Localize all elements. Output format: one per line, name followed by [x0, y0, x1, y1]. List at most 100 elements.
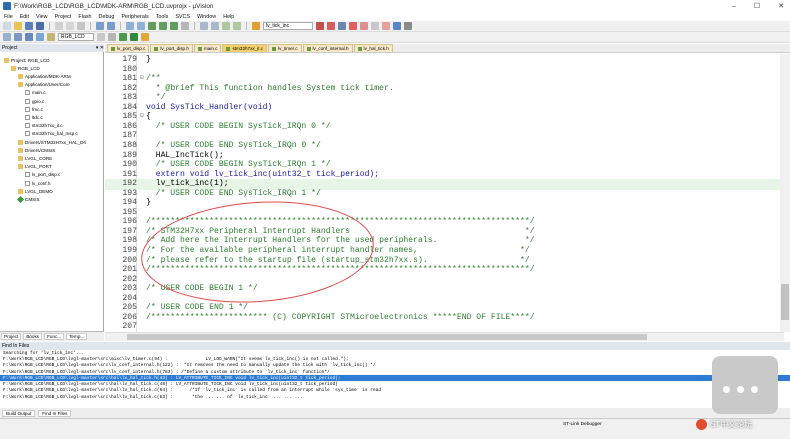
menu-item-debug[interactable]: Debug	[99, 14, 115, 20]
tree-item[interactable]: Drivers/STM32H7xx_HAL_Dri	[18, 138, 86, 146]
editor-tab[interactable]: lv_port_disp.c	[107, 44, 150, 52]
menu-item-window[interactable]: Window	[197, 14, 216, 20]
tree-item[interactable]: Application/MDK-ARM	[18, 72, 71, 80]
editor-horizontal-scrollbar[interactable]	[105, 332, 784, 341]
next-bookmark-icon[interactable]	[170, 22, 178, 30]
output-tab[interactable]: Build Output	[2, 409, 36, 417]
panel-close-icon[interactable]: ▾ ✕	[96, 45, 104, 51]
bookmark-icon[interactable]	[148, 22, 156, 30]
rebuild-icon[interactable]	[25, 33, 33, 41]
redo-icon[interactable]	[107, 22, 115, 30]
panel-tab[interactable]: Books	[23, 333, 43, 340]
tree-item[interactable]: Drivers/CMSIS	[18, 146, 55, 154]
tree-item[interactable]: lv_port_disp.c	[25, 171, 60, 179]
menu-item-svcs[interactable]: SVCS	[175, 14, 190, 20]
component-icon	[16, 195, 25, 203]
menu-item-flash[interactable]: Flash	[78, 14, 91, 20]
editor-tab[interactable]: main.c	[193, 44, 222, 52]
translate-icon[interactable]	[3, 33, 11, 41]
editor-vertical-scroll-thumb[interactable]	[781, 284, 789, 320]
build-icon[interactable]	[14, 33, 22, 41]
tree-item[interactable]: stm32h7xx_it.c	[25, 122, 63, 130]
code-text: }	[146, 198, 151, 208]
debug-session-icon[interactable]	[338, 22, 346, 30]
tree-item[interactable]: LVGL_DEMO	[18, 187, 53, 195]
tree-item[interactable]: ltdc.c	[25, 113, 43, 121]
find-combo[interactable]: lv_tick_inc	[263, 22, 313, 30]
tree-item[interactable]: Application/User/Core	[18, 81, 70, 89]
tree-item[interactable]: gpio.c	[25, 97, 44, 105]
tree-item[interactable]: stm32h7xx_hal_msp.c	[25, 130, 78, 138]
editor-tab[interactable]: lv_timer.c	[268, 44, 302, 52]
window-layout-icon[interactable]	[393, 22, 401, 30]
tree-item[interactable]: Project: RGB_LCD	[4, 56, 50, 64]
code-text: /* USER CODE BEGIN SysTick_IRQn 1 */	[146, 160, 331, 170]
stop-build-icon[interactable]	[47, 33, 55, 41]
editor-tab[interactable]: lv_port_disp.h	[150, 44, 193, 52]
tree-item[interactable]: lv_conf.h	[25, 179, 50, 187]
output-tab[interactable]: Find In Files	[38, 409, 72, 417]
find-results-list[interactable]: Searching for 'lv_tick_inc'... F:\Work\RG…	[0, 350, 790, 408]
editor-tab[interactable]: stm32h7xx_it.c	[222, 44, 268, 52]
manage-run-time-icon[interactable]	[119, 33, 127, 41]
kill-breakpoints-icon[interactable]	[371, 22, 379, 30]
editor-vertical-scrollbar[interactable]	[780, 54, 790, 332]
tree-item[interactable]: fmc.c	[25, 105, 43, 113]
navigate-forward-icon[interactable]	[137, 22, 145, 30]
menu-item-project[interactable]: Project	[55, 14, 72, 20]
menu-item-tools[interactable]: Tools	[156, 14, 169, 20]
panel-tab[interactable]: Project	[1, 333, 22, 340]
select-packs-icon[interactable]	[141, 33, 149, 41]
chat-bubble-icon[interactable]	[712, 356, 778, 414]
tree-item[interactable]: CMSIS	[16, 195, 40, 203]
save-icon[interactable]	[25, 22, 33, 30]
target-combo[interactable]: RGB_LCD	[58, 33, 94, 41]
tree-item[interactable]: RGB_LCD	[11, 64, 40, 72]
undo-icon[interactable]	[96, 22, 104, 30]
editor-tab[interactable]: lv_hal_tick.h	[353, 44, 393, 52]
panel-tab[interactable]: Func...	[44, 333, 65, 340]
paste-icon[interactable]	[77, 22, 85, 30]
unindent-icon[interactable]	[211, 22, 219, 30]
panel-tab[interactable]: Temp...	[66, 333, 88, 340]
download-icon[interactable]	[36, 33, 44, 41]
close-window-button[interactable]: ✕	[778, 2, 784, 10]
editor-horizontal-scroll-thumb[interactable]	[127, 334, 647, 340]
find-icon[interactable]	[316, 22, 324, 30]
incremental-find-icon[interactable]	[327, 22, 335, 30]
comment-icon[interactable]	[222, 22, 230, 30]
fold-marker-icon[interactable]: ⊟	[140, 112, 144, 119]
code-editor[interactable]: 179} 180 181 ⊟/** 182 * @brief This function…	[105, 54, 784, 332]
tree-item[interactable]: LVGL_CORE	[18, 154, 52, 162]
open-file-icon[interactable]	[14, 22, 22, 30]
editor-tab[interactable]: lv_conf_internal.h	[302, 44, 353, 52]
find-result-line[interactable]: F:\Work\RGB_LCD\RGB_LCD\lvgl-master\src\…	[0, 394, 790, 400]
clear-bookmarks-icon[interactable]	[181, 22, 189, 30]
prev-bookmark-icon[interactable]	[159, 22, 167, 30]
new-file-icon[interactable]	[3, 22, 11, 30]
target-options-icon[interactable]	[97, 33, 105, 41]
menu-item-file[interactable]: File	[4, 14, 13, 20]
minimize-button[interactable]: –	[732, 3, 736, 10]
save-all-icon[interactable]	[36, 22, 44, 30]
find-in-files-icon[interactable]	[252, 22, 260, 30]
disable-breakpoint-icon[interactable]	[360, 22, 368, 30]
breakpoint-enable-icon[interactable]	[382, 22, 390, 30]
copy-icon[interactable]	[66, 22, 74, 30]
pack-installer-icon[interactable]	[130, 33, 138, 41]
maximize-button[interactable]: ☐	[754, 2, 760, 10]
menu-item-help[interactable]: Help	[223, 14, 234, 20]
tree-item[interactable]: main.c	[25, 89, 46, 97]
tree-item[interactable]: LVGL_PORT	[18, 163, 52, 171]
indent-icon[interactable]	[200, 22, 208, 30]
cut-icon[interactable]	[55, 22, 63, 30]
breakpoint-icon[interactable]	[349, 22, 357, 30]
menu-item-peripherals[interactable]: Peripherals	[121, 14, 148, 20]
navigate-back-icon[interactable]	[126, 22, 134, 30]
uncomment-icon[interactable]	[233, 22, 241, 30]
configure-icon[interactable]	[404, 22, 412, 30]
menu-item-edit[interactable]: Edit	[20, 14, 29, 20]
fold-marker-icon[interactable]: ⊟	[140, 74, 144, 81]
file-extensions-icon[interactable]	[108, 33, 116, 41]
menu-item-view[interactable]: View	[36, 14, 48, 20]
